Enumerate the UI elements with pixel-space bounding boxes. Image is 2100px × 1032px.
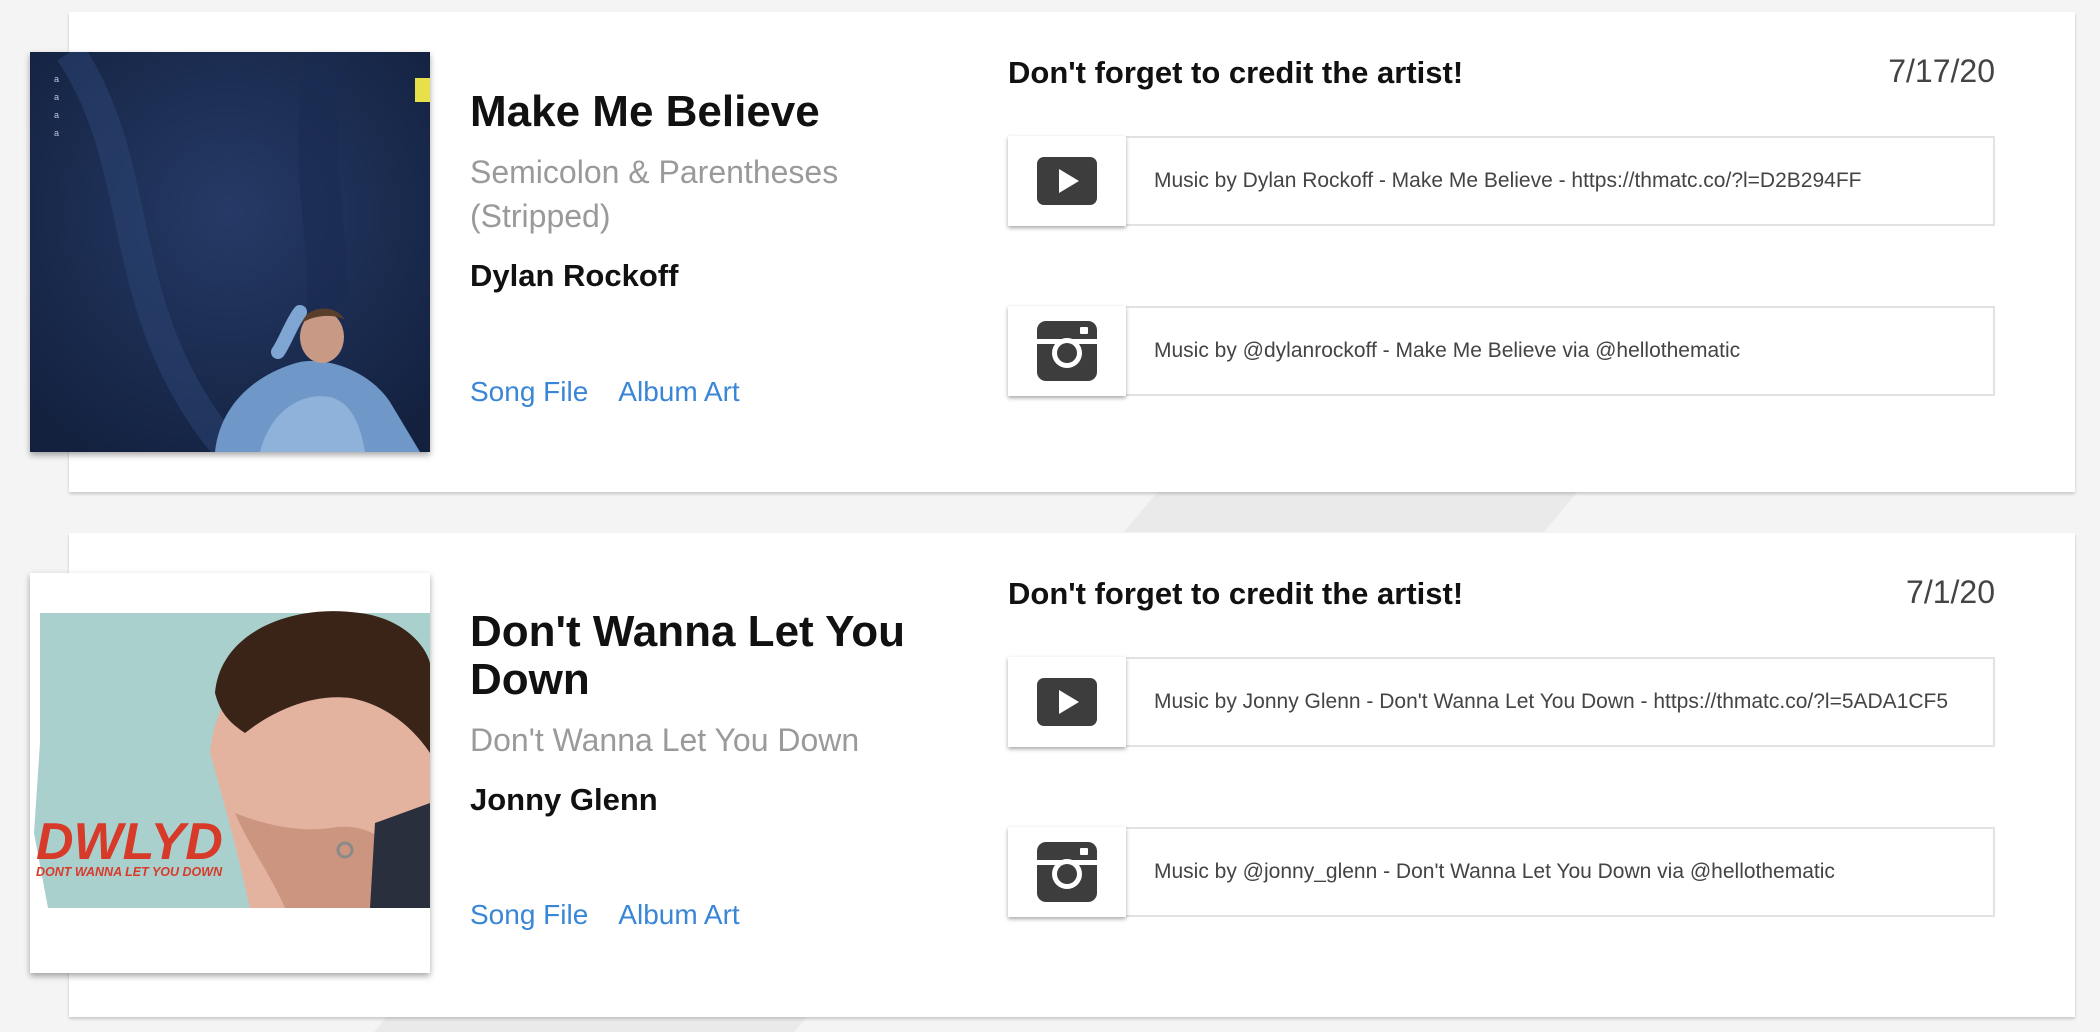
- album-name: Semicolon & Parentheses (Stripped): [470, 154, 839, 234]
- download-links: Song File Album Art: [470, 899, 740, 931]
- song-title: Make Me Believe: [470, 87, 820, 136]
- album-art-dont-wanna-let-you-down: DWLYD DONT WANNA LET YOU DOWN: [30, 573, 430, 973]
- instagram-credit-text[interactable]: Music by @jonny_glenn - Don't Wanna Let …: [1126, 827, 1995, 917]
- download-links: Song File Album Art: [470, 376, 740, 408]
- album-art-image: a a a a: [30, 52, 430, 452]
- album-art-link[interactable]: Album Art: [618, 899, 739, 931]
- youtube-play-icon: [1037, 157, 1097, 205]
- album-art-make-me-believe: a a a a: [30, 52, 430, 452]
- album-name: Don't Wanna Let You Down: [470, 722, 860, 758]
- credit-heading: Don't forget to credit the artist!: [1008, 55, 1464, 90]
- album-art-image: DWLYD DONT WANNA LET YOU DOWN: [30, 573, 430, 973]
- svg-text:a: a: [54, 92, 59, 102]
- song-file-link[interactable]: Song File: [470, 899, 588, 931]
- instagram-credit-row: Music by @dylanrockoff - Make Me Believe…: [1008, 306, 1995, 396]
- youtube-credit-text[interactable]: Music by Dylan Rockoff - Make Me Believe…: [1126, 136, 1995, 226]
- instagram-credit-row: Music by @jonny_glenn - Don't Wanna Let …: [1008, 827, 1995, 917]
- release-date: 7/17/20: [1888, 53, 1995, 89]
- album-art-link[interactable]: Album Art: [618, 376, 739, 408]
- instagram-copy-button[interactable]: [1008, 306, 1126, 396]
- instagram-copy-button[interactable]: [1008, 827, 1126, 917]
- artist-name: Jonny Glenn: [470, 782, 658, 817]
- youtube-copy-button[interactable]: [1008, 136, 1126, 226]
- artist-name: Dylan Rockoff: [470, 258, 679, 293]
- youtube-credit-text[interactable]: Music by Jonny Glenn - Don't Wanna Let Y…: [1126, 657, 1995, 747]
- song-title: Don't Wanna Let You Down: [470, 607, 905, 704]
- youtube-credit-row: Music by Jonny Glenn - Don't Wanna Let Y…: [1008, 657, 1995, 747]
- song-info: Make Me Believe Semicolon & Parentheses …: [470, 88, 950, 294]
- instagram-credit-text[interactable]: Music by @dylanrockoff - Make Me Believe…: [1126, 306, 1995, 396]
- release-date: 7/1/20: [1906, 574, 1995, 610]
- youtube-credit-row: Music by Dylan Rockoff - Make Me Believe…: [1008, 136, 1995, 226]
- svg-text:DONT WANNA LET YOU DOWN: DONT WANNA LET YOU DOWN: [36, 865, 223, 879]
- svg-text:a: a: [54, 128, 59, 138]
- youtube-play-icon: [1037, 678, 1097, 726]
- svg-text:DWLYD: DWLYD: [36, 813, 223, 871]
- youtube-copy-button[interactable]: [1008, 657, 1126, 747]
- credit-heading: Don't forget to credit the artist!: [1008, 576, 1464, 611]
- song-info: Don't Wanna Let You Down Don't Wanna Let…: [470, 608, 950, 818]
- svg-text:a: a: [54, 110, 59, 120]
- svg-text:a: a: [54, 74, 59, 84]
- instagram-icon: [1037, 842, 1097, 902]
- instagram-icon: [1037, 321, 1097, 381]
- song-file-link[interactable]: Song File: [470, 376, 588, 408]
- song-list-page: a a a a Make Me Believe Semicolon & Pare…: [0, 0, 2100, 1032]
